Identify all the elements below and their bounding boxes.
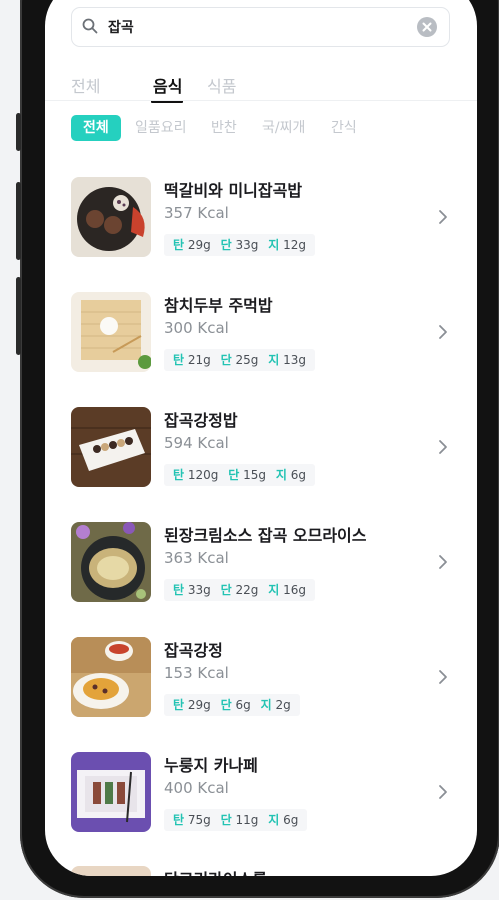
carb-value: 120g <box>187 468 219 482</box>
food-calories: 594 Kcal <box>164 434 229 452</box>
food-thumbnail <box>71 637 151 717</box>
clear-search-icon[interactable] <box>417 17 437 37</box>
food-thumbnail <box>71 292 151 372</box>
search-input[interactable]: 잡곡 <box>71 7 450 47</box>
fat-label: 지 <box>260 698 272 712</box>
protein-value: 25g <box>235 353 259 367</box>
food-name: 누룽지 카나페 <box>164 756 258 775</box>
food-name: 단고리라이스롤 <box>164 866 267 876</box>
food-name: 참치두부 주먹밥 <box>164 296 273 315</box>
carb-label: 탄 <box>173 813 185 827</box>
food-list-item[interactable]: 누룽지 카나페 400 Kcal 탄 75g 단 11g 지 6g <box>71 752 451 832</box>
food-calories: 300 Kcal <box>164 319 229 337</box>
carb-label: 탄 <box>173 468 185 482</box>
fat-value: 12g <box>283 238 306 252</box>
fat-value: 6g <box>290 468 306 482</box>
food-name: 된장크림소스 잡곡 오므라이스 <box>164 526 367 545</box>
food-list-item[interactable]: 잡곡강정 153 Kcal 탄 29g 단 6g 지 2g <box>71 637 451 717</box>
tab-products[interactable]: 식품 <box>207 73 236 97</box>
food-calories: 357 Kcal <box>164 204 229 222</box>
protein-value: 15g <box>243 468 266 482</box>
fat-value: 2g <box>275 698 291 712</box>
fat-label: 지 <box>268 813 280 827</box>
subtab-snack[interactable]: 간식 <box>331 115 357 141</box>
chevron-right-icon[interactable] <box>438 669 448 685</box>
subtab-all[interactable]: 전체 <box>71 115 121 141</box>
food-list-item[interactable]: 된장크림소스 잡곡 오므라이스 363 Kcal 탄 33g 단 22g 지 1… <box>71 522 451 602</box>
protein-label: 단 <box>220 813 232 827</box>
macro-badge: 탄 75g 단 11g 지 6g <box>164 809 308 831</box>
food-thumbnail <box>71 752 151 832</box>
food-list-item[interactable]: 떡갈비와 미니잡곡밥 357 Kcal 탄 29g 단 33g 지 12g <box>71 177 451 257</box>
carb-label: 탄 <box>173 698 185 712</box>
macro-badge: 탄 21g 단 25g 지 13g <box>164 349 315 371</box>
protein-value: 33g <box>235 238 259 252</box>
macro-badge: 탄 120g 단 15g 지 6g <box>164 464 315 486</box>
carb-label: 탄 <box>173 583 185 597</box>
food-name: 떡갈비와 미니잡곡밥 <box>164 181 303 200</box>
chevron-right-icon[interactable] <box>438 554 448 570</box>
protein-value: 6g <box>235 698 251 712</box>
chevron-right-icon[interactable] <box>438 439 448 455</box>
carb-label: 탄 <box>173 238 185 252</box>
carb-value: 75g <box>187 813 211 827</box>
fat-value: 6g <box>283 813 299 827</box>
side-button <box>16 182 21 260</box>
search-icon <box>82 18 98 34</box>
chevron-right-icon[interactable] <box>438 784 448 800</box>
fat-value: 13g <box>283 353 306 367</box>
side-button <box>16 113 21 151</box>
protein-label: 단 <box>220 583 232 597</box>
food-calories: 363 Kcal <box>164 549 229 567</box>
food-thumbnail <box>71 407 151 487</box>
fat-value: 16g <box>283 583 306 597</box>
protein-label: 단 <box>220 238 232 252</box>
chevron-right-icon[interactable] <box>438 324 448 340</box>
macro-badge: 탄 29g 단 33g 지 12g <box>164 234 315 256</box>
subtab-single-dish[interactable]: 일품요리 <box>135 115 187 141</box>
food-calories: 153 Kcal <box>164 664 229 682</box>
food-list-item[interactable]: 단고리라이스롤 <box>71 866 451 876</box>
food-thumbnail <box>71 177 151 257</box>
food-thumbnail <box>71 522 151 602</box>
fat-label: 지 <box>268 583 280 597</box>
side-button <box>16 277 21 355</box>
protein-label: 단 <box>228 468 240 482</box>
fat-label: 지 <box>268 353 280 367</box>
macro-badge: 탄 33g 단 22g 지 16g <box>164 579 315 601</box>
protein-value: 22g <box>235 583 259 597</box>
carb-value: 21g <box>187 353 211 367</box>
subtab-soup-stew[interactable]: 국/찌개 <box>262 115 305 141</box>
tab-all[interactable]: 전체 <box>71 73 100 97</box>
fat-label: 지 <box>275 468 287 482</box>
carb-value: 29g <box>187 238 211 252</box>
protein-value: 11g <box>235 813 259 827</box>
food-name: 잡곡강정밥 <box>164 411 238 430</box>
food-list-item[interactable]: 잡곡강정밥 594 Kcal 탄 120g 단 15g 지 6g <box>71 407 451 487</box>
macro-badge: 탄 29g 단 6g 지 2g <box>164 694 300 716</box>
food-name: 잡곡강정 <box>164 641 223 660</box>
food-list-item[interactable]: 참치두부 주먹밥 300 Kcal 탄 21g 단 25g 지 13g <box>71 292 451 372</box>
food-calories: 400 Kcal <box>164 779 229 797</box>
fat-label: 지 <box>268 238 280 252</box>
carb-value: 29g <box>187 698 211 712</box>
chevron-right-icon[interactable] <box>438 209 448 225</box>
food-thumbnail <box>71 866 151 876</box>
search-value[interactable]: 잡곡 <box>108 17 134 37</box>
app-screen: 잡곡 전체 음식 식품 전체 일품요리 반찬 국/찌개 간식 떡갈비와 미니잡곡… <box>45 0 477 876</box>
protein-label: 단 <box>220 698 232 712</box>
carb-value: 33g <box>187 583 211 597</box>
subtab-side-dish[interactable]: 반찬 <box>211 115 237 141</box>
carb-label: 탄 <box>173 353 185 367</box>
divider <box>45 100 477 101</box>
protein-label: 단 <box>220 353 232 367</box>
tab-food[interactable]: 음식 <box>153 73 182 97</box>
